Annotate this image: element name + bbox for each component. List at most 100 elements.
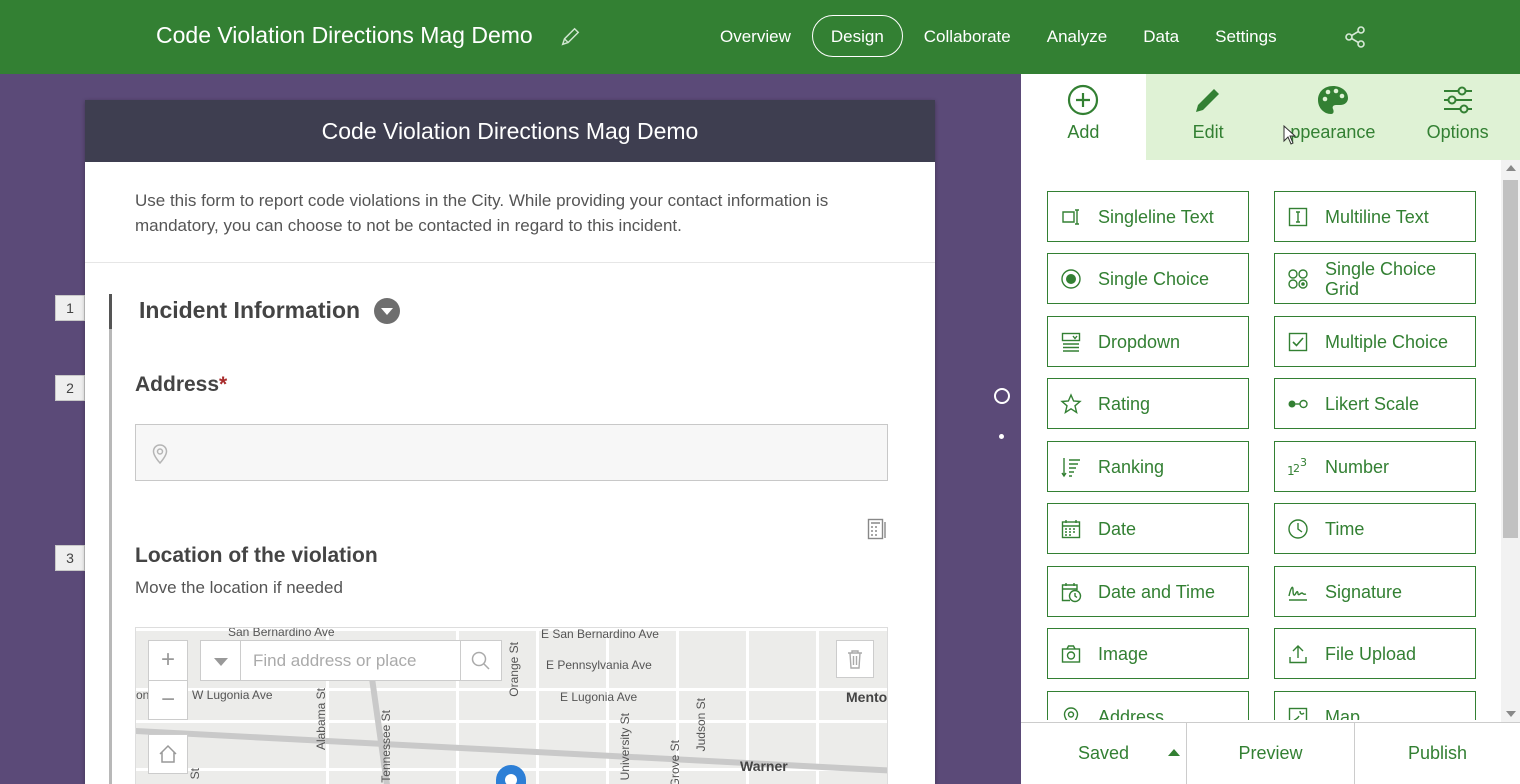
add-single-choice-button[interactable]: Single Choice xyxy=(1047,253,1249,304)
add-ranking-button[interactable]: Ranking xyxy=(1047,441,1249,492)
panel-tab-add[interactable]: Add xyxy=(1021,74,1146,160)
add-multiple-choice-button[interactable]: Multiple Choice xyxy=(1274,316,1476,367)
star-icon xyxy=(1060,392,1082,414)
top-bar: Code Violation Directions Mag Demo Overv… xyxy=(0,0,1520,74)
map-label: Tennessee St xyxy=(379,710,393,783)
pencil-icon xyxy=(1196,89,1220,112)
tab-data[interactable]: Data xyxy=(1128,15,1194,57)
add-dropdown-button[interactable]: Dropdown xyxy=(1047,316,1249,367)
preview-button[interactable]: Preview xyxy=(1187,723,1355,784)
clear-location-button[interactable] xyxy=(836,640,874,678)
search-source-dropdown[interactable] xyxy=(201,641,241,680)
slide-indicator-active[interactable] xyxy=(994,388,1010,404)
panel-tabs: Add Edit ppearance Options xyxy=(1021,74,1520,160)
map-label: Warner xyxy=(740,758,788,774)
form-canvas: Code Violation Directions Mag Demo Use t… xyxy=(85,100,935,784)
form-description[interactable]: Use this form to report code violations … xyxy=(85,162,935,263)
address-input[interactable] xyxy=(135,424,888,481)
collapse-caret-icon[interactable] xyxy=(374,297,401,324)
add-multiline-text-button[interactable]: Multiline Text xyxy=(1274,191,1476,242)
map-label: Grove St xyxy=(668,740,682,784)
tab-overview[interactable]: Overview xyxy=(705,15,806,57)
add-signature-button[interactable]: Signature xyxy=(1274,566,1476,617)
design-panel: Add Edit ppearance Options Singleline Te… xyxy=(1021,74,1520,784)
add-date-button[interactable]: Date xyxy=(1047,503,1249,554)
home-button[interactable] xyxy=(148,734,188,774)
add-time-button[interactable]: Time xyxy=(1274,503,1476,554)
address-pin-icon xyxy=(1063,706,1079,720)
group-line xyxy=(109,294,112,784)
panel-footer: Saved Preview Publish xyxy=(1021,722,1520,784)
location-label[interactable]: Location of the violation xyxy=(135,544,378,568)
question-number-1: 1 xyxy=(55,295,85,321)
svg-text:3: 3 xyxy=(1300,456,1307,469)
panel-tab-appearance[interactable]: ppearance xyxy=(1271,74,1396,160)
publish-button[interactable]: Publish xyxy=(1355,723,1520,784)
question-number-2: 2 xyxy=(55,375,85,401)
ranking-icon xyxy=(1061,457,1080,477)
edit-title-icon[interactable] xyxy=(559,26,581,48)
address-label[interactable]: Address* xyxy=(135,373,227,397)
question-type-palette: Singleline Text Multiline Text Single Ch… xyxy=(1021,160,1501,720)
clock-icon xyxy=(1288,518,1308,539)
saved-button[interactable]: Saved xyxy=(1021,723,1187,784)
add-map-button[interactable]: Map xyxy=(1274,691,1476,720)
scroll-down-arrow-icon[interactable] xyxy=(1506,711,1516,717)
location-map[interactable]: San Bernardino Ave E San Bernardino Ave … xyxy=(135,627,888,784)
mouse-cursor-icon xyxy=(1283,125,1297,145)
form-header[interactable]: Code Violation Directions Mag Demo xyxy=(85,100,935,162)
map-label: San Bernardino Ave xyxy=(228,627,335,639)
scrollbar-thumb[interactable] xyxy=(1503,180,1518,538)
map-icon xyxy=(1288,707,1308,720)
likert-icon xyxy=(1288,399,1308,408)
map-label: E San Bernardino Ave xyxy=(541,627,659,641)
search-icon xyxy=(471,651,490,670)
add-date-and-time-button[interactable]: Date and Time xyxy=(1047,566,1249,617)
signature-icon xyxy=(1288,586,1307,601)
map-search-input[interactable]: Find address or place xyxy=(241,641,461,680)
location-pin-icon xyxy=(152,444,168,464)
add-single-choice-grid-button[interactable]: Single Choice Grid xyxy=(1274,253,1476,304)
zoom-out-button[interactable]: − xyxy=(149,681,187,721)
add-singleline-text-button[interactable]: Singleline Text xyxy=(1047,191,1249,242)
add-number-button[interactable]: 123 Number xyxy=(1274,441,1476,492)
add-file-upload-button[interactable]: File Upload xyxy=(1274,628,1476,679)
map-label: Orange St xyxy=(507,642,521,697)
map-search-button[interactable] xyxy=(461,641,501,680)
main-nav: Overview Design Collaborate Analyze Data… xyxy=(705,15,1298,57)
tab-settings[interactable]: Settings xyxy=(1200,15,1291,57)
tab-analyze[interactable]: Analyze xyxy=(1032,15,1122,57)
survey-title: Code Violation Directions Mag Demo xyxy=(156,22,533,48)
palette-scrollbar[interactable] xyxy=(1501,160,1520,722)
question-number-3: 3 xyxy=(55,545,85,571)
section-title: Incident Information xyxy=(139,297,361,323)
add-image-button[interactable]: Image xyxy=(1047,628,1249,679)
calculator-icon[interactable] xyxy=(867,518,889,540)
trash-icon xyxy=(848,650,862,669)
number-icon: 12 3 xyxy=(1287,456,1307,478)
singleline-text-icon xyxy=(1062,208,1079,225)
scroll-up-arrow-icon[interactable] xyxy=(1506,165,1516,171)
add-likert-scale-button[interactable]: Likert Scale xyxy=(1274,378,1476,429)
map-label: Judson St xyxy=(694,698,708,752)
zoom-in-button[interactable]: + xyxy=(149,641,187,681)
map-label: Mento xyxy=(846,689,888,705)
plus-circle-icon xyxy=(1068,84,1099,116)
panel-tab-edit[interactable]: Edit xyxy=(1146,74,1271,160)
add-rating-button[interactable]: Rating xyxy=(1047,378,1249,429)
map-label: Alabama St xyxy=(314,688,328,751)
slide-indicator[interactable] xyxy=(999,434,1004,439)
upload-icon xyxy=(1289,644,1307,663)
multiline-text-icon xyxy=(1288,207,1308,226)
save-menu-caret-icon[interactable] xyxy=(1168,749,1180,756)
add-address-button[interactable]: Address xyxy=(1047,691,1249,720)
panel-tab-options[interactable]: Options xyxy=(1395,74,1520,160)
share-icon[interactable] xyxy=(1343,25,1367,49)
checkbox-icon xyxy=(1288,332,1308,351)
section-header[interactable]: Incident Information xyxy=(139,297,401,324)
dropdown-icon xyxy=(1061,332,1081,352)
tab-collaborate[interactable]: Collaborate xyxy=(909,15,1026,57)
tab-design[interactable]: Design xyxy=(811,15,903,57)
svg-text:2: 2 xyxy=(1293,462,1300,475)
map-label: E Pennsylvania Ave xyxy=(546,658,652,672)
